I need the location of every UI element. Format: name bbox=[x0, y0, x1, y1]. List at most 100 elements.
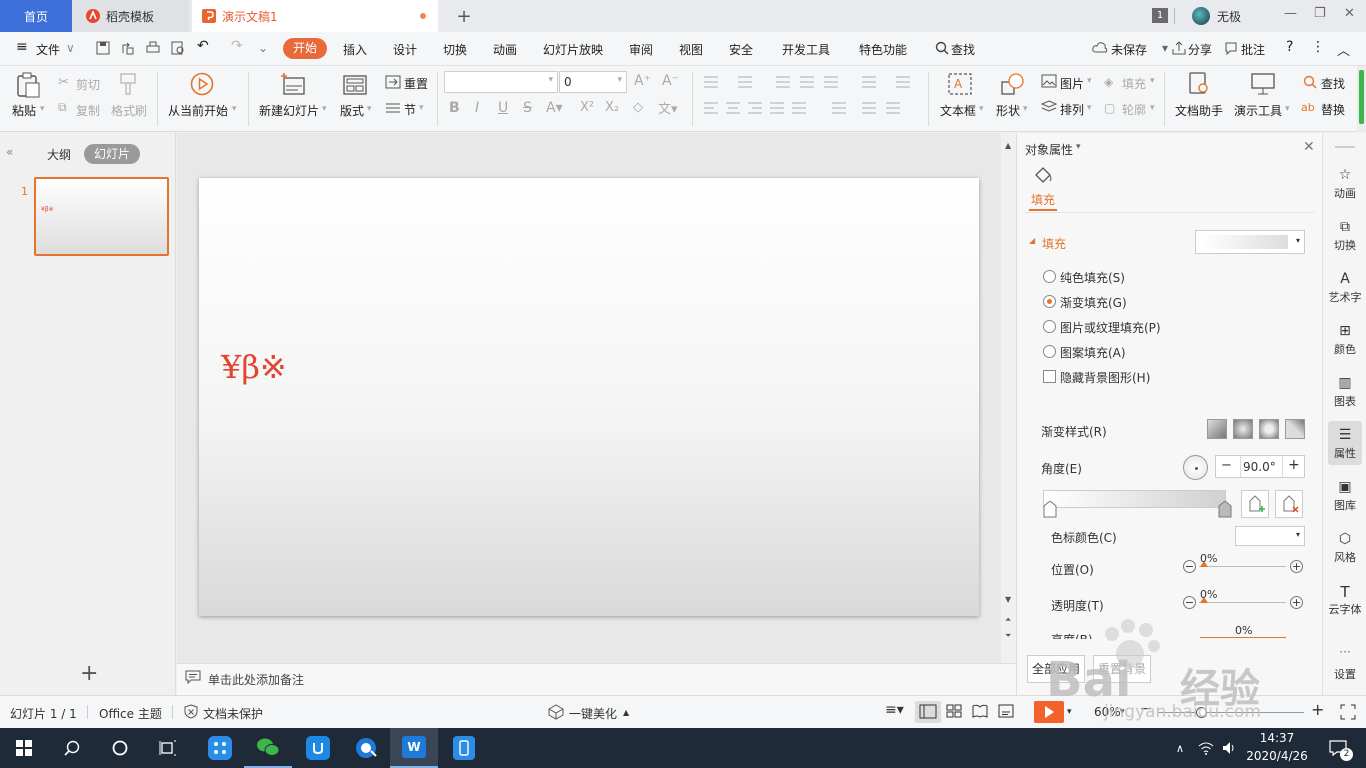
fill-bucket-icon[interactable] bbox=[1033, 166, 1053, 184]
font-color-icon[interactable]: A▾ bbox=[546, 100, 563, 116]
picture-texture-fill-label[interactable]: 图片或纹理填充(P) bbox=[1060, 319, 1161, 336]
picture-button[interactable]: 图片 bbox=[1060, 75, 1084, 92]
rail-settings[interactable]: 设置 bbox=[1323, 666, 1366, 682]
gradient-stop-start[interactable] bbox=[1043, 501, 1057, 518]
paste-dropdown-icon[interactable]: ▾ bbox=[40, 104, 45, 114]
shape-dropdown-icon[interactable]: ▾ bbox=[1023, 104, 1028, 114]
picture-texture-fill-radio[interactable] bbox=[1043, 320, 1056, 333]
fill-preview-dropdown[interactable]: ▾ bbox=[1195, 230, 1305, 254]
rail-transition[interactable]: 切换 bbox=[1323, 237, 1366, 253]
clock-time[interactable]: 14:37 bbox=[1247, 731, 1307, 745]
bold-icon[interactable]: B bbox=[449, 100, 460, 116]
notes-placeholder[interactable]: 单击此处添加备注 bbox=[208, 671, 304, 688]
doc-assistant-icon[interactable] bbox=[1188, 72, 1210, 96]
replace-button[interactable]: 替换 bbox=[1321, 101, 1345, 118]
zoom-in-icon[interactable]: + bbox=[1311, 700, 1324, 719]
subscript-icon[interactable]: X₂ bbox=[605, 100, 619, 115]
phonetic-icon[interactable]: 文▾ bbox=[658, 98, 678, 117]
fill-button[interactable]: 填充 bbox=[1122, 75, 1146, 92]
slide-text[interactable]: ¥β※ bbox=[221, 348, 287, 386]
cloud-app-icon[interactable] bbox=[294, 728, 342, 768]
rail-animation[interactable]: 动画 bbox=[1323, 185, 1366, 201]
tab-slideshow[interactable]: 幻灯片放映 bbox=[543, 41, 603, 58]
reset-icon[interactable] bbox=[385, 75, 401, 89]
cut-button[interactable]: 剪切 bbox=[76, 76, 100, 93]
superscript-icon[interactable]: X² bbox=[580, 100, 594, 115]
volume-icon[interactable] bbox=[1218, 728, 1242, 768]
annotate-button[interactable]: 批注 bbox=[1241, 41, 1265, 58]
wps-icon[interactable]: W bbox=[390, 728, 438, 768]
menu-search[interactable]: 查找 bbox=[951, 41, 975, 58]
notes-bar[interactable]: 单击此处添加备注 bbox=[177, 663, 1016, 695]
app-launcher-icon[interactable] bbox=[196, 728, 244, 768]
quick-access-dropdown-icon[interactable]: ⌄ bbox=[258, 41, 268, 55]
arrange-button[interactable]: 排列 bbox=[1060, 101, 1084, 118]
save-icon[interactable] bbox=[96, 41, 110, 55]
layout-icon[interactable] bbox=[343, 75, 367, 95]
tab-review[interactable]: 审阅 bbox=[629, 41, 653, 58]
slide-thumbnail[interactable]: ¥β※ bbox=[34, 177, 169, 256]
phone-link-icon[interactable] bbox=[440, 728, 488, 768]
zoom-slider[interactable] bbox=[1158, 712, 1304, 713]
gradient-stop-end[interactable] bbox=[1218, 501, 1232, 518]
prev-slide-icon[interactable]: ⏶ bbox=[1005, 615, 1011, 625]
tab-animation[interactable]: 动画 bbox=[493, 41, 517, 58]
windows-start-icon[interactable] bbox=[0, 728, 48, 768]
notes-view-icon[interactable] bbox=[998, 704, 1014, 718]
collapse-ribbon-icon[interactable]: ︿ bbox=[1337, 40, 1350, 59]
section-expand-icon[interactable]: ◢ bbox=[1029, 236, 1035, 245]
cortana-icon[interactable] bbox=[96, 728, 144, 768]
apply-all-button[interactable]: 全部应用 bbox=[1027, 655, 1085, 683]
grow-font-icon[interactable]: A⁺ bbox=[634, 73, 651, 89]
find-button[interactable]: 查找 bbox=[1321, 75, 1345, 92]
gradient-style-rect[interactable] bbox=[1259, 419, 1279, 439]
hide-background-checkbox[interactable] bbox=[1043, 370, 1056, 383]
next-slide-icon[interactable]: ⏷ bbox=[1005, 631, 1011, 641]
play-slideshow-button[interactable] bbox=[1034, 701, 1064, 723]
menu-file[interactable]: 文件 bbox=[36, 41, 60, 58]
user-name[interactable]: 无极 bbox=[1217, 8, 1241, 25]
picture-dropdown-icon[interactable]: ▾ bbox=[1087, 76, 1092, 86]
new-tab-button[interactable]: + bbox=[452, 0, 476, 32]
rail-art-text[interactable]: 艺术字 bbox=[1323, 289, 1366, 305]
tray-overflow-icon[interactable]: ∧ bbox=[1168, 728, 1192, 768]
play-dropdown-icon[interactable]: ▾ bbox=[232, 104, 237, 114]
preview-icon[interactable] bbox=[171, 41, 185, 55]
doc-assistant-button[interactable]: 文档助手 bbox=[1175, 102, 1223, 119]
rail-cloud-font[interactable]: 云字体 bbox=[1323, 601, 1366, 617]
reading-view-icon[interactable] bbox=[972, 704, 988, 718]
wechat-icon[interactable] bbox=[244, 728, 292, 768]
export-icon[interactable] bbox=[121, 41, 135, 55]
layout-button[interactable]: 版式 bbox=[340, 102, 364, 119]
tab-home[interactable]: 首页 bbox=[0, 0, 72, 32]
scroll-down-icon[interactable]: ▼ bbox=[1005, 595, 1011, 604]
share-icon[interactable] bbox=[1172, 41, 1186, 55]
gradient-fill-label[interactable]: 渐变填充(G) bbox=[1060, 294, 1127, 311]
zoom-slider-thumb[interactable] bbox=[1196, 707, 1207, 718]
rail-style[interactable]: 风格 bbox=[1323, 549, 1366, 565]
position-slider[interactable] bbox=[1199, 566, 1286, 567]
wifi-icon[interactable] bbox=[1194, 728, 1218, 768]
panel-title[interactable]: 对象属性 bbox=[1025, 141, 1073, 158]
tab-start[interactable]: 开始 bbox=[283, 38, 327, 59]
gradient-style-radial[interactable] bbox=[1233, 419, 1253, 439]
collapse-pane-icon[interactable]: « bbox=[6, 145, 13, 159]
ribbon-scrollbar[interactable] bbox=[1357, 66, 1366, 132]
shrink-font-icon[interactable]: A⁻ bbox=[662, 73, 679, 89]
redo-icon[interactable]: ↷ bbox=[231, 38, 243, 54]
slide-canvas[interactable]: ¥β※ bbox=[199, 178, 979, 616]
section-icon[interactable] bbox=[385, 101, 401, 115]
tab-transition[interactable]: 切换 bbox=[443, 41, 467, 58]
text-box-dropdown-icon[interactable]: ▾ bbox=[979, 104, 984, 114]
pattern-fill-label[interactable]: 图案填充(A) bbox=[1060, 344, 1126, 361]
more-icon[interactable]: ⋮ bbox=[1311, 39, 1325, 55]
clock-date[interactable]: 2020/4/26 bbox=[1242, 749, 1312, 763]
rail-chart[interactable]: 图表 bbox=[1323, 393, 1366, 409]
theme-name[interactable]: Office 主题 bbox=[99, 705, 162, 722]
position-increase-icon[interactable]: + bbox=[1290, 560, 1303, 573]
solid-fill-radio[interactable] bbox=[1043, 270, 1056, 283]
outline-dropdown-icon[interactable]: ▾ bbox=[1150, 103, 1155, 113]
protection-status[interactable]: 文档未保护 bbox=[203, 705, 263, 722]
play-dropdown-icon[interactable]: ▾ bbox=[1067, 707, 1072, 717]
find-icon[interactable] bbox=[1303, 75, 1317, 89]
